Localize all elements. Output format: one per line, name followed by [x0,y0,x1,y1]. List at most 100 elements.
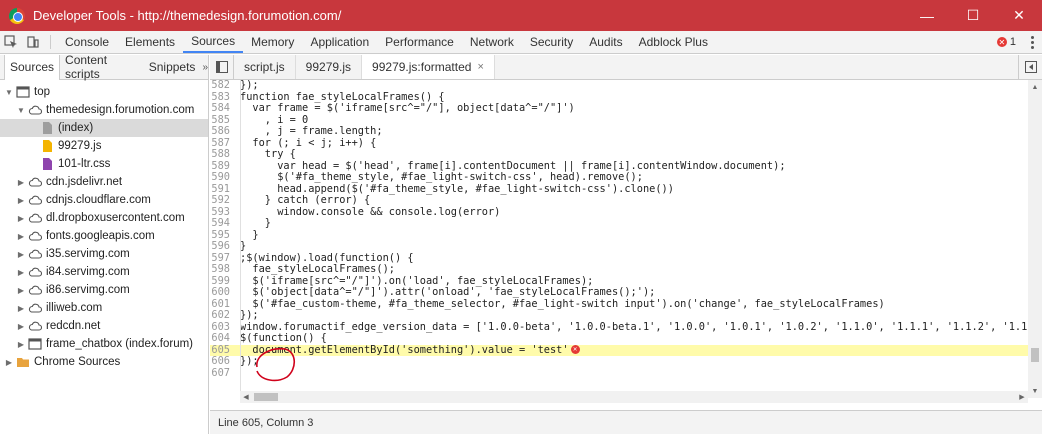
line-number[interactable]: 588 [210,148,236,161]
code-line[interactable]: 582}); [210,80,1042,92]
nav-tab-content-scripts[interactable]: Content scripts [60,53,144,81]
tree-item[interactable]: 99279.js [0,137,208,155]
tab-audits[interactable]: Audits [581,31,630,53]
line-number[interactable]: 592 [210,194,236,207]
tree-item[interactable]: ▼ themedesign.forumotion.com [0,101,208,119]
maximize-button[interactable]: ☐ [950,0,996,31]
nav-tab-snippets[interactable]: Snippets [144,55,201,80]
collapsed-arrow-icon[interactable]: ▶ [16,322,26,331]
code-line[interactable]: 595 } [210,229,1042,242]
tree-item[interactable]: ▶ frame_chatbox (index.forum) [0,335,208,353]
collapsed-arrow-icon[interactable]: ▶ [16,232,26,241]
inspect-element-icon[interactable] [0,31,22,53]
tree-item[interactable]: ▶ redcdn.net [0,317,208,335]
expanded-arrow-icon[interactable]: ▼ [4,88,14,97]
collapsed-arrow-icon[interactable]: ▶ [16,304,26,313]
code-line[interactable]: 594 } [210,217,1042,230]
toggle-navigator-icon[interactable] [210,55,234,79]
tab-adblock-plus[interactable]: Adblock Plus [631,31,716,53]
line-number[interactable]: 607 [210,367,236,380]
tab-network[interactable]: Network [462,31,522,53]
close-window-button[interactable]: ✕ [996,0,1042,31]
tree-item[interactable]: ▶ cdnjs.cloudflare.com [0,191,208,209]
error-count-badge[interactable]: ✕ 1 [996,36,1022,48]
line-number[interactable]: 600 [210,286,236,299]
scroll-right-icon[interactable]: ▶ [1016,393,1028,401]
tree-item[interactable]: ▶ dl.dropboxusercontent.com [0,209,208,227]
line-number[interactable]: 584 [210,102,236,115]
tree-item[interactable]: ▼ top [0,83,208,101]
collapsed-arrow-icon[interactable]: ▶ [16,268,26,277]
tab-performance[interactable]: Performance [377,31,462,53]
line-number[interactable]: 582 [210,80,236,92]
code-content[interactable]: 582}); 583 function fae_styleLocalFrames()… [210,80,1042,398]
tab-application[interactable]: Application [302,31,377,53]
tree-item[interactable]: ▶ i84.servimg.com [0,263,208,281]
line-number[interactable]: 586 [210,125,236,138]
editor-tab-99279-formatted[interactable]: 99279.js:formatted × [362,55,495,79]
code-line[interactable]: 588 try { [210,148,1042,161]
horizontal-scroll-thumb[interactable] [254,393,278,401]
line-number[interactable]: 590 [210,171,236,184]
tab-elements[interactable]: Elements [117,31,183,53]
vertical-scroll-thumb[interactable] [1031,348,1039,362]
tree-item[interactable]: (index) [0,119,208,137]
collapsed-arrow-icon[interactable]: ▶ [16,214,26,223]
code-line[interactable]: 593 window.console && console.log(error) [210,206,1042,219]
code-line[interactable]: 605 document.getElementById('something')… [210,344,1042,356]
scroll-up-icon[interactable]: ▲ [1028,80,1042,94]
collapsed-arrow-icon[interactable]: ▶ [16,178,26,187]
tree-item[interactable]: ▶ fonts.googleapis.com [0,227,208,245]
tree-item[interactable]: ▶ illiweb.com [0,299,208,317]
more-tabs-icon[interactable]: » [202,62,208,73]
line-number[interactable]: 602 [210,309,236,322]
line-number[interactable]: 606 [210,355,236,368]
code-line[interactable]: 596} [210,240,1042,253]
code-line[interactable]: 606}); [210,355,1042,368]
collapsed-arrow-icon[interactable]: ▶ [16,196,26,205]
inline-error-icon[interactable]: ✕ [570,344,580,354]
line-number[interactable]: 596 [210,240,236,253]
tab-memory[interactable]: Memory [243,31,302,53]
tree-item[interactable]: ▶ i86.servimg.com [0,281,208,299]
collapsed-arrow-icon[interactable]: ▶ [16,340,26,349]
tab-sources[interactable]: Sources [183,31,244,53]
minimize-button[interactable]: — [904,0,950,31]
code-line[interactable]: 592 } catch (error) { [210,194,1042,207]
code-line[interactable]: 602}); [210,309,1042,322]
tab-security[interactable]: Security [522,31,581,53]
code-line[interactable]: 586 , j = frame.length; [210,125,1042,138]
tree-item[interactable]: ▶ i35.servimg.com [0,245,208,263]
code-line[interactable]: 607 [210,367,1042,380]
code-line[interactable]: 590 $('#fa_theme_style, #fae_light-switc… [210,171,1042,184]
code-line[interactable]: 603 window.forumactif_edge_version_data =… [210,321,1042,334]
line-number[interactable]: 604 [210,332,236,345]
tab-console[interactable]: Console [57,31,117,53]
code-line[interactable]: 598 fae_styleLocalFrames(); [210,263,1042,276]
editor-tab-script-js[interactable]: script.js [234,55,296,79]
editor-tab-99279-js[interactable]: 99279.js [296,55,363,79]
vertical-scrollbar[interactable]: ▲ ▼ [1028,80,1042,398]
scroll-left-icon[interactable]: ◀ [240,393,252,401]
expanded-arrow-icon[interactable]: ▼ [16,106,26,115]
code-line[interactable]: 604 $(function() { [210,332,1042,345]
tree-item[interactable]: 101-ltr.css [0,155,208,173]
collapsed-arrow-icon[interactable]: ▶ [16,286,26,295]
code-line[interactable]: 600 $('object[data^="/"]').attr('onload'… [210,286,1042,299]
code-line[interactable]: 584 var frame = $('iframe[src^="/"], obj… [210,102,1042,115]
tree-item[interactable]: ▶ cdn.jsdelivr.net [0,173,208,191]
tree-item[interactable]: ▶ Chrome Sources [0,353,208,371]
close-tab-icon[interactable]: × [477,61,483,73]
code-line[interactable]: 587 for (; i < j; i++) { [210,137,1042,150]
collapsed-arrow-icon[interactable]: ▶ [16,250,26,259]
line-number[interactable]: 594 [210,217,236,230]
horizontal-scrollbar[interactable]: ◀ ▶ [240,391,1028,403]
nav-tab-sources[interactable]: Sources [4,54,61,80]
more-options-icon[interactable] [1022,35,1042,49]
collapsed-arrow-icon[interactable]: ▶ [4,358,14,367]
code-line[interactable]: 601 $('#fae_custom-theme, #fa_theme_sele… [210,298,1042,311]
line-number[interactable]: 598 [210,263,236,276]
scroll-down-icon[interactable]: ▼ [1028,384,1042,398]
toggle-debugger-icon[interactable] [1018,55,1042,79]
device-toolbar-icon[interactable] [22,31,44,53]
